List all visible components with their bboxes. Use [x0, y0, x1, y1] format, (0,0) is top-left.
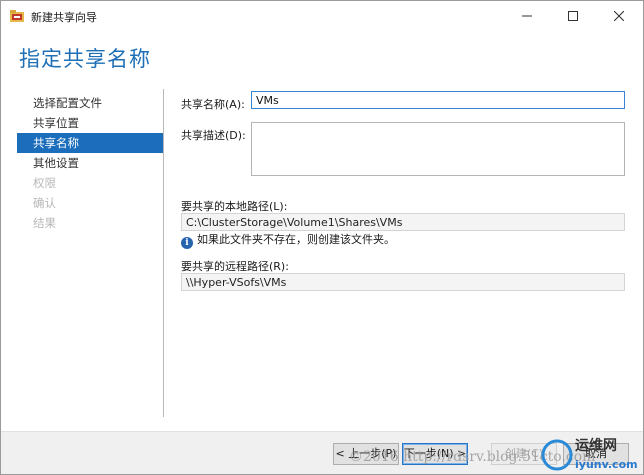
nav-item-share-name[interactable]: 共享名称	[17, 133, 163, 153]
close-icon	[614, 11, 624, 21]
info-text: 如果此文件夹不存在，则创建该文件夹。	[197, 233, 395, 246]
maximize-icon	[568, 11, 578, 21]
nav-item-confirmation: 确认	[33, 196, 56, 210]
share-description-label: 共享描述(D):	[181, 129, 246, 142]
wizard-nav: 选择配置文件 共享位置 共享名称 其他设置 权限 确认 结果	[17, 93, 163, 233]
share-name-label: 共享名称(A):	[181, 98, 245, 111]
svg-text:iyunv.com: iyunv.com	[575, 458, 638, 471]
nav-divider	[163, 89, 164, 417]
title-bar: 新建共享向导	[1, 1, 643, 31]
svg-text:运维网: 运维网	[575, 437, 617, 454]
share-folder-icon	[10, 10, 24, 22]
info-icon: i	[181, 237, 193, 249]
folder-create-info: i 如果此文件夹不存在，则创建该文件夹。	[181, 231, 395, 249]
page-title: 指定共享名称	[19, 47, 151, 71]
minimize-button[interactable]	[505, 1, 551, 31]
minimize-icon	[522, 15, 532, 17]
share-description-input[interactable]	[251, 122, 625, 176]
share-name-input[interactable]	[251, 91, 625, 109]
remote-path-label: 要共享的远程路径(R):	[181, 260, 289, 273]
local-path-field[interactable]: C:\ClusterStorage\Volume1\Shares\VMs	[181, 213, 625, 231]
nav-item-share-location[interactable]: 共享位置	[17, 113, 163, 133]
wizard-window: 新建共享向导 指定共享名称 选择配置文件 共享位置 共享名称 其他设置 权限 确…	[0, 0, 644, 475]
nav-item-permissions: 权限	[33, 176, 56, 190]
close-button[interactable]	[597, 1, 643, 31]
nav-item-results: 结果	[33, 216, 56, 230]
maximize-button[interactable]	[551, 1, 597, 31]
nav-item-select-profile[interactable]: 选择配置文件	[17, 93, 163, 113]
nav-item-other-settings[interactable]: 其他设置	[17, 153, 163, 173]
local-path-label: 要共享的本地路径(L):	[181, 200, 288, 213]
remote-path-field[interactable]: \\Hyper-VSofs\VMs	[181, 273, 625, 291]
window-title: 新建共享向导	[31, 11, 97, 24]
site-logo: 运维网 iyunv.com	[541, 437, 638, 471]
